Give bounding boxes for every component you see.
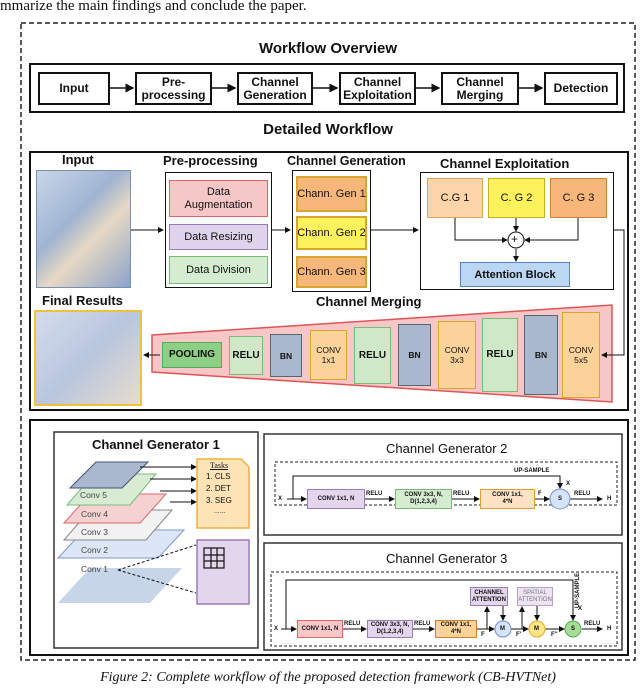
- input-image: [36, 170, 131, 288]
- channel-generation-label: Channel Generation: [287, 154, 406, 168]
- cg3-conv1x1-4n: CONV 1x1, 4*N: [435, 620, 477, 638]
- plus-icon: +: [511, 232, 519, 246]
- cg3-f2: F'': [551, 632, 558, 638]
- layer-conv-1x1: CONV 1x1: [310, 330, 347, 380]
- cg3-x: X: [274, 626, 279, 632]
- cg2-s: S: [558, 496, 563, 502]
- cg3-conv1x1: CONV 1x1, N: [297, 620, 343, 638]
- data-division: Data Division: [169, 256, 268, 284]
- task-seg: 3. SEG: [206, 496, 232, 505]
- cg3-conv3x3: CONV 3x3, N, D(1,2,3,4): [367, 620, 413, 638]
- cg2-relu2: RELU: [453, 491, 470, 497]
- step-input: Input: [38, 72, 110, 105]
- step-channel-exploitation: Channel Exploitation: [339, 72, 416, 105]
- layer-relu: RELU: [354, 327, 391, 384]
- step-channel-generation: Channel Generation: [237, 72, 313, 105]
- chann-gen-1: Chann. Gen 1: [296, 176, 367, 212]
- cg2-h: H: [607, 496, 612, 502]
- figure-caption: Figure 2: Complete workflow of the propo…: [100, 670, 556, 685]
- final-results-label: Final Results: [42, 293, 123, 308]
- overview-title: Workflow Overview: [258, 40, 398, 57]
- preprocessing-label: Pre-processing: [163, 153, 258, 168]
- cg2-conv1x1: CONV 1x1, N: [307, 489, 365, 509]
- conv1-label: Conv 1: [81, 564, 108, 574]
- step-preprocessing: Pre- processing: [135, 72, 212, 105]
- layer-bn: BN: [398, 324, 431, 386]
- cg2-x: X: [278, 496, 283, 502]
- cg2-conv3x3: CONV 3x3, N, D(1,2,3,4): [395, 489, 452, 509]
- conv2-label: Conv 2: [81, 545, 108, 555]
- cg3-title: Channel Generator 3: [386, 551, 508, 566]
- cg3-upsample: UP-SAMPLE: [575, 572, 582, 609]
- cg-3: C. G 3: [550, 178, 607, 218]
- cg2-x2: X: [566, 481, 571, 487]
- task-det: 2. DET: [206, 484, 231, 493]
- channel-exploitation-label: Channel Exploitation: [440, 156, 570, 171]
- cg3-s: S: [571, 626, 576, 632]
- cg2-title: Channel Generator 2: [386, 441, 508, 456]
- layer-conv-5x5: CONV 5x5: [562, 312, 600, 398]
- task-cls: 1. CLS: [206, 472, 231, 481]
- detailed-title: Detailed Workflow: [263, 121, 393, 138]
- cg1-title: Channel Generator 1: [92, 437, 220, 452]
- spatial-attention: SPATIAL ATTENTION: [517, 587, 553, 606]
- cg3-m1: M: [500, 626, 505, 632]
- data-augmentation: Data Augmentation: [169, 180, 268, 217]
- cg2-relu1: RELU: [366, 491, 383, 497]
- cg3-relu2: RELU: [414, 621, 431, 627]
- cg-2: C. G 2: [488, 178, 545, 218]
- layer-bn: BN: [270, 334, 302, 377]
- cg2-conv1x1-4n: CONV 1x1, 4*N: [480, 489, 535, 509]
- cg3-x2: X: [578, 606, 583, 612]
- cg2-relu3: RELU: [574, 491, 591, 497]
- cg3-m2: M: [534, 626, 539, 632]
- task-more: ......: [214, 508, 226, 515]
- cg3-relu3: RELU: [584, 621, 601, 627]
- cg3-f1: F': [516, 632, 522, 638]
- chann-gen-2: Chann. Gen 2: [296, 216, 367, 250]
- tasks-title: Tasks: [210, 461, 229, 470]
- channel-merging-label: Channel Merging: [316, 294, 422, 309]
- layer-pooling: POOLING: [162, 342, 222, 368]
- cg2-upsample: UP-SAMPLE: [514, 468, 550, 474]
- cg3-h: H: [607, 626, 612, 632]
- channel-attention: CHANNEL ATTENTION: [470, 587, 508, 606]
- layer-relu: RELU: [482, 318, 518, 392]
- step-channel-merging: Channel Merging: [441, 72, 519, 105]
- cg2-f: F: [538, 491, 542, 497]
- step-detection: Detection: [544, 72, 618, 105]
- conv3-label: Conv 3: [81, 527, 108, 537]
- layer-conv-3x3: CONV 3x3: [438, 321, 476, 389]
- layer-relu: RELU: [229, 336, 263, 375]
- data-resizing: Data Resizing: [169, 224, 268, 250]
- attention-block: Attention Block: [460, 262, 570, 287]
- final-results-image: [34, 310, 142, 406]
- conv4-label: Conv 4: [81, 509, 108, 519]
- chann-gen-3: Chann. Gen 3: [296, 256, 367, 288]
- cg-1: C.G 1: [427, 178, 483, 218]
- input-label: Input: [62, 152, 94, 167]
- cg3-relu1: RELU: [344, 621, 361, 627]
- cg3-f: F: [481, 632, 485, 638]
- conv5-label: Conv 5: [80, 490, 107, 500]
- layer-bn: BN: [524, 315, 558, 395]
